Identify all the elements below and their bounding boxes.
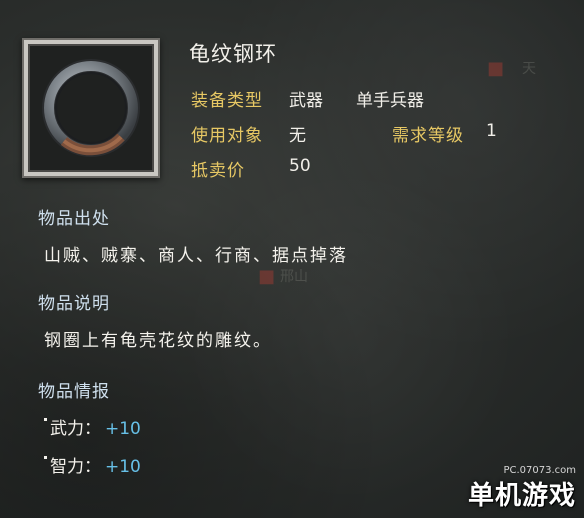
watermark-logo: 单机游戏 bbox=[467, 481, 576, 511]
source-heading: 物品出处 bbox=[38, 209, 110, 229]
stat-row: 智力： +10 bbox=[44, 452, 141, 477]
map-label-sky: 天 bbox=[522, 61, 536, 77]
steel-ring-icon bbox=[42, 59, 140, 157]
bullet-icon bbox=[44, 418, 47, 421]
info-heading: 物品情报 bbox=[38, 382, 110, 402]
sell-price-label: 抵卖价 bbox=[191, 161, 245, 181]
stat-label: 智力： bbox=[50, 457, 101, 477]
stat-value: +10 bbox=[105, 419, 141, 439]
required-level-label: 需求等级 bbox=[392, 126, 464, 146]
description-heading: 物品说明 bbox=[38, 294, 110, 314]
map-marker-icon-2: ■ bbox=[258, 266, 276, 287]
bullet-icon bbox=[44, 456, 47, 459]
description-text: 钢圈上有龟壳花纹的雕纹。 bbox=[44, 331, 272, 351]
item-icon-slot bbox=[28, 44, 154, 172]
source-text: 山贼、贼寨、商人、行商、据点掉落 bbox=[44, 246, 348, 266]
item-name: 龟纹钢环 bbox=[189, 42, 277, 66]
map-label-mountain: 邢山 bbox=[280, 269, 308, 285]
sell-price-value: 50 bbox=[289, 156, 311, 176]
stat-value: +10 bbox=[105, 457, 141, 477]
required-level-value: 1 bbox=[486, 121, 497, 141]
item-icon-frame bbox=[22, 38, 160, 178]
equip-type-value: 武器 bbox=[289, 91, 323, 111]
stat-label: 武力： bbox=[50, 419, 101, 439]
map-marker-icon: ■ bbox=[487, 58, 505, 79]
stat-row: 武力： +10 bbox=[44, 414, 141, 439]
equip-subtype-value: 单手兵器 bbox=[356, 91, 424, 111]
equip-type-label: 装备类型 bbox=[191, 91, 263, 111]
use-target-label: 使用对象 bbox=[191, 126, 263, 146]
use-target-value: 无 bbox=[289, 126, 306, 146]
